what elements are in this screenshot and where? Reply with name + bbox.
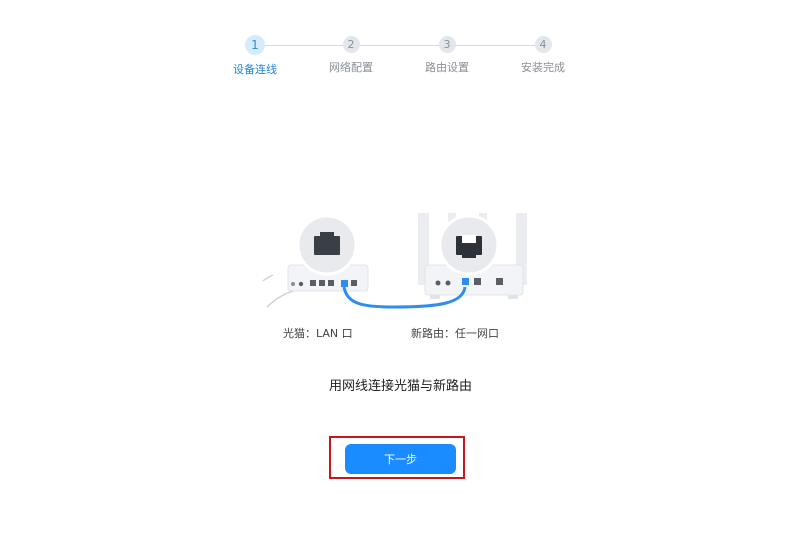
router-port-zoom-icon (438, 214, 500, 276)
connection-illustration (262, 213, 527, 309)
connection-instruction: 用网线连接光猫与新路由 (328, 379, 472, 394)
step-label: 路由设置 (425, 61, 469, 74)
step-number: 2 (342, 36, 360, 53)
step-network-config: 2 网络配置 (311, 36, 391, 75)
step-device-connection: 1 设备连线 (215, 35, 295, 77)
step-label: 网络配置 (329, 61, 373, 74)
step-number: 3 (438, 36, 456, 53)
modem-port-caption: 光猫：LAN 口 (283, 327, 353, 340)
step-number: 4 (534, 36, 552, 53)
next-button[interactable]: 下一步 (345, 444, 456, 474)
step-router-settings: 3 路由设置 (407, 36, 487, 75)
step-label: 安装完成 (521, 61, 565, 74)
step-number: 1 (245, 35, 265, 55)
modem-lan-port-zoom-icon (296, 214, 358, 276)
step-label: 设备连线 (233, 63, 277, 76)
next-button-highlight: 下一步 (329, 436, 465, 479)
setup-stepper: 1 设备连线 2 网络配置 3 路由设置 4 安装完成 (0, 0, 801, 90)
stepper-track (255, 45, 542, 46)
step-install-complete: 4 安装完成 (503, 36, 583, 75)
router-port-caption: 新路由：任一网口 (411, 327, 499, 340)
